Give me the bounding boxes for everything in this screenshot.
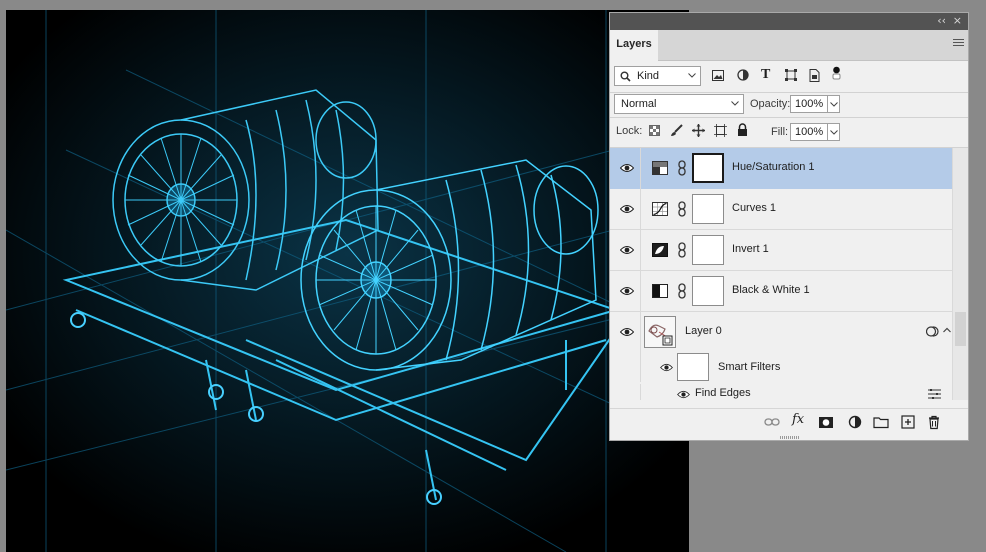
tab-layers[interactable]: Layers [610,30,658,61]
panel-title-strip: ‹‹ × [610,13,968,30]
visibility-eye-icon[interactable] [620,204,634,214]
filter-blending-options-icon[interactable] [928,389,941,399]
smart-filter-indicator-icon[interactable] [926,325,939,338]
filter-toggle-icon[interactable] [832,66,841,80]
layer-list: Hue/Saturation 1 Curves 1 Invert 1 Black… [610,148,968,400]
black-white-adjustment-icon[interactable] [652,284,668,298]
layer-mask-thumbnail[interactable] [692,194,724,224]
opacity-dropdown-button[interactable] [827,95,840,113]
lock-row: Lock: Fill: 100% [610,121,968,143]
lock-transparent-pixels-icon[interactable] [649,125,660,136]
type-filter-icon[interactable]: T [761,67,770,83]
curves-adjustment-icon[interactable] [652,202,668,216]
layer-row-invert[interactable]: Invert 1 [610,230,952,271]
hue-saturation-adjustment-icon[interactable] [652,161,668,175]
layer-row-black-white[interactable]: Black & White 1 [610,271,952,312]
visibility-eye-icon[interactable] [620,163,634,173]
mask-link-icon[interactable] [677,283,687,299]
layer-name[interactable]: Hue/Saturation 1 [732,161,815,173]
lock-label: Lock: [616,125,643,137]
chevron-down-icon [688,73,696,78]
panel-menu-icon[interactable] [953,39,964,47]
engine-artwork [6,10,689,552]
layer-filter-row: Kind T [610,62,968,92]
visibility-eye-icon[interactable] [620,286,634,296]
layers-panel: ‹‹ × Layers Kind T Normal Opacity: 100% … [609,12,969,441]
smart-filters-label: Smart Filters [718,361,781,373]
pixel-filter-icon[interactable] [712,70,724,81]
invert-adjustment-icon[interactable] [652,243,668,257]
mask-link-icon[interactable] [677,242,687,258]
layer-mask-thumbnail[interactable] [692,276,724,306]
blend-row: Normal Opacity: 100% [610,93,968,115]
layer-name[interactable]: Curves 1 [732,202,776,214]
panel-tab-bar: Layers [610,30,968,61]
link-layers-icon[interactable] [764,414,780,430]
layer-mask-thumbnail[interactable] [692,153,724,183]
new-layer-icon[interactable] [900,414,916,430]
search-icon [620,71,631,82]
visibility-eye-icon[interactable] [677,390,690,399]
layer-name[interactable]: Layer 0 [685,325,722,337]
layer-list-scrollbar[interactable] [952,148,968,400]
chevron-down-icon [830,102,838,107]
add-layer-mask-icon[interactable] [818,414,834,430]
mask-link-icon[interactable] [677,201,687,217]
smart-object-filter-icon[interactable] [809,69,820,82]
smart-filter-mask-thumbnail[interactable] [677,353,709,381]
lock-artboard-icon[interactable] [714,124,727,137]
document-canvas[interactable] [6,10,689,552]
fill-dropdown-button[interactable] [827,123,840,141]
collapse-panel-button[interactable]: ‹‹ [937,14,946,28]
delete-layer-trash-icon[interactable] [926,414,942,430]
chevron-up-icon[interactable] [943,327,951,333]
mask-link-icon[interactable] [677,160,687,176]
lock-all-icon[interactable] [737,123,748,137]
filter-name[interactable]: Find Edges [695,387,751,399]
shape-filter-icon[interactable] [785,69,797,81]
layer-image-thumbnail [648,324,673,346]
smart-object-thumbnail[interactable] [644,316,676,348]
panel-resize-grip[interactable] [780,436,800,439]
divider [610,117,968,118]
layer-style-fx-icon[interactable]: fx [792,412,808,428]
adjustment-filter-icon[interactable] [737,69,749,81]
blend-mode-select[interactable]: Normal [614,94,744,114]
layer-row-hue-saturation[interactable]: Hue/Saturation 1 [610,148,952,189]
filter-kind-label: Kind [637,70,660,82]
new-group-folder-icon[interactable] [873,414,889,430]
opacity-label: Opacity: [750,98,791,110]
chevron-down-icon [731,101,739,106]
visibility-eye-icon[interactable] [620,245,634,255]
layer-name[interactable]: Black & White 1 [732,284,810,296]
chevron-down-icon [830,130,838,135]
layer-row-curves[interactable]: Curves 1 [610,189,952,230]
layers-bottom-toolbar: fx [610,408,968,434]
fill-label: Fill: [771,126,789,138]
layer-row-layer-0[interactable]: Layer 0 [610,312,952,353]
new-adjustment-layer-icon[interactable] [847,414,863,430]
lock-image-pixels-icon[interactable] [670,124,683,137]
close-panel-button[interactable]: × [953,14,962,28]
lock-position-icon[interactable] [692,124,705,137]
layer-mask-thumbnail[interactable] [692,235,724,265]
visibility-eye-icon[interactable] [620,327,634,337]
layer-name[interactable]: Invert 1 [732,243,769,255]
visibility-eye-icon[interactable] [660,363,673,372]
smart-filters-row[interactable]: Smart Filters [610,352,952,382]
blend-mode-value: Normal [621,98,657,110]
filter-kind-select[interactable]: Kind [614,66,701,86]
scrollbar-thumb[interactable] [955,312,966,346]
filter-row-find-edges[interactable]: Find Edges [610,384,952,400]
